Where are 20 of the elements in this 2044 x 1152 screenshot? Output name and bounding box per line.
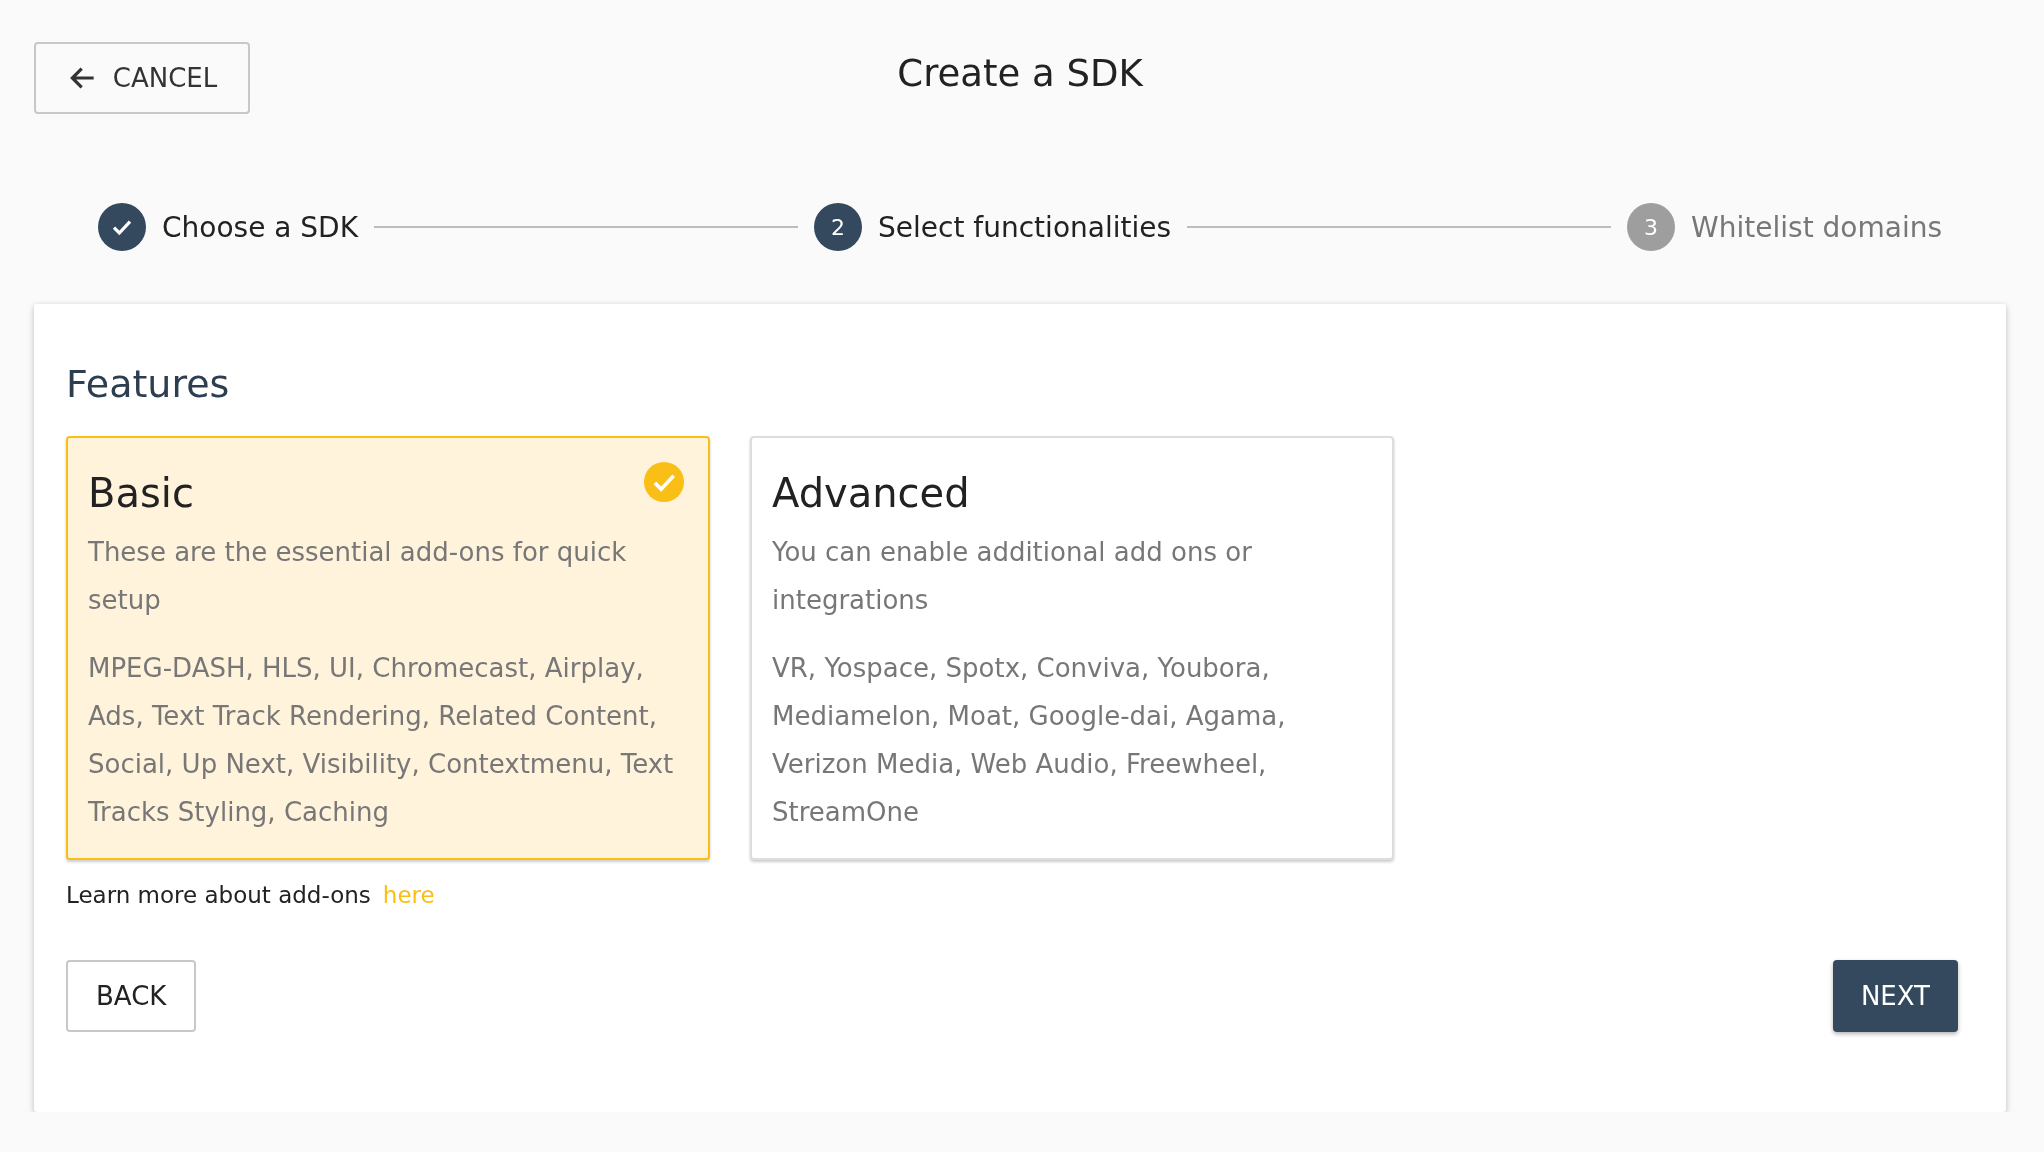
page-title: Create a SDK (897, 52, 1143, 95)
back-button[interactable]: BACK (66, 960, 197, 1032)
section-heading: Features (66, 362, 231, 406)
step-label: Select functionalities (878, 210, 1172, 244)
card-title: Advanced (772, 470, 970, 516)
option-card[interactable]: Advanced You can enable additional add ons or integrations VR, Yospace, Spotx, Conviva, Youbora, Mediamelon, Moat, Google-dai, Agama, Verizon Media, Web Audio, Freewheel, StreamOne (750, 436, 1394, 860)
card-description: You can enable additional add ons or integrations (772, 536, 1253, 617)
step-number: 3 (1627, 203, 1676, 251)
option-card[interactable] (66, 436, 710, 860)
next-button[interactable]: NEXT (1832, 960, 1958, 1032)
card-description: These are the essential add-ons for quick setup (88, 536, 628, 617)
addon-list: VR, Yospace, Spotx, Conviva, Youbora, Mediamelon, Moat, Google-dai, Agama, Verizon Media, Web Audio, Freewheel, StreamOne (772, 644, 1372, 836)
check-icon (644, 462, 684, 502)
addon-list: MPEG-DASH, HLS, UI, Chromecast, Airplay, Ads, Text Track Rendering, Related Content, Social, Up Next, Visibility, Contextmenu, Text Tracks Styling, Caching (88, 644, 688, 836)
step-label: Whitelist domains (1691, 210, 1942, 244)
cancel-button[interactable]: CANCEL (34, 42, 250, 114)
step-number: 2 (814, 203, 863, 251)
card-title: Basic (88, 470, 194, 516)
learn-more-text: Learn more about add-ons (66, 882, 371, 908)
step-label: Choose a SDK (162, 210, 359, 244)
